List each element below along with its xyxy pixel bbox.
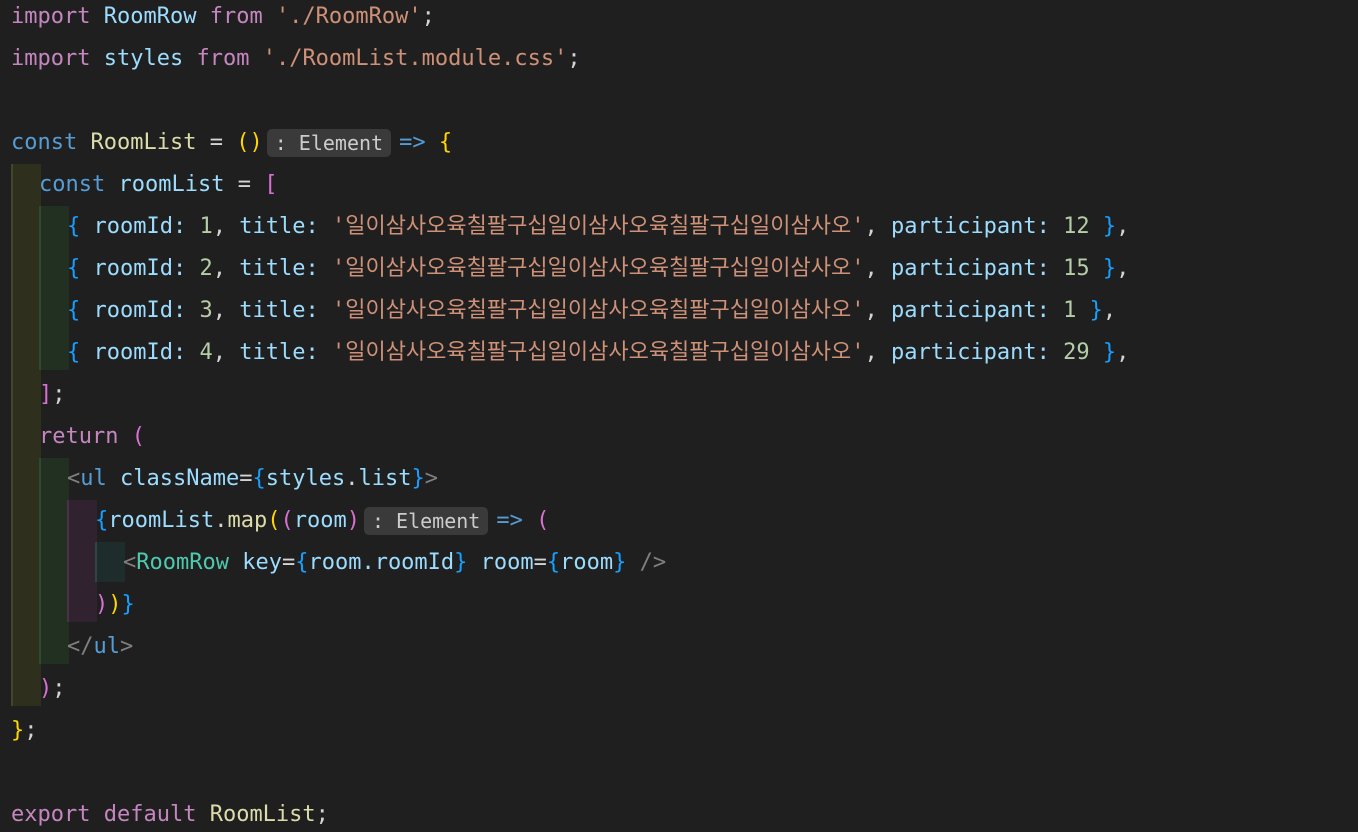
- indent-guide-map-body: [95, 542, 125, 582]
- type-inlay-hint: : Element: [266, 129, 392, 157]
- code-line-14[interactable]: <RoomRow key={room.roomId} room={room} /…: [123, 542, 666, 584]
- code-line-2[interactable]: import styles from './RoomList.module.cs…: [11, 38, 581, 80]
- indent-guide-array: [39, 206, 69, 370]
- code-line-room-4[interactable]: { roomId: 4, title: '일이삼사오육칠팔구십일이삼사오육칠팔구…: [67, 332, 1129, 374]
- code-line-room-1[interactable]: { roomId: 1, title: '일이삼사오육칠팔구십일이삼사오육칠팔구…: [67, 206, 1129, 248]
- indent-guide-map: [67, 500, 97, 622]
- code-line-4[interactable]: const RoomList = (): Element => {: [11, 122, 452, 164]
- code-line-room-3[interactable]: { roomId: 3, title: '일이삼사오육칠팔구십일이삼사오육칠팔구…: [67, 290, 1116, 332]
- code-line-room-2[interactable]: { roomId: 2, title: '일이삼사오육칠팔구십일이삼사오육칠팔구…: [67, 248, 1129, 290]
- indent-guide-return: [39, 458, 69, 664]
- code-editor[interactable]: import RoomRow from './RoomRow'; import …: [0, 0, 1358, 832]
- code-line-5[interactable]: const roomList = [: [39, 164, 277, 206]
- code-line-13[interactable]: {roomList.map((room): Element => (: [95, 500, 549, 542]
- code-line-20[interactable]: export default RoomList;: [11, 794, 329, 832]
- code-line-16[interactable]: </ul>: [67, 626, 133, 668]
- code-line-12[interactable]: <ul className={styles.list}>: [67, 458, 438, 500]
- code-line-1[interactable]: import RoomRow from './RoomRow';: [11, 0, 435, 38]
- code-line-17[interactable]: );: [39, 668, 66, 710]
- code-line-10[interactable]: ];: [39, 374, 66, 416]
- indent-guide-function-body: [11, 164, 41, 706]
- code-line-15[interactable]: ))}: [95, 584, 135, 626]
- type-inlay-hint: : Element: [363, 507, 489, 535]
- code-line-11[interactable]: return (: [39, 416, 145, 458]
- code-line-18[interactable]: };: [11, 710, 38, 752]
